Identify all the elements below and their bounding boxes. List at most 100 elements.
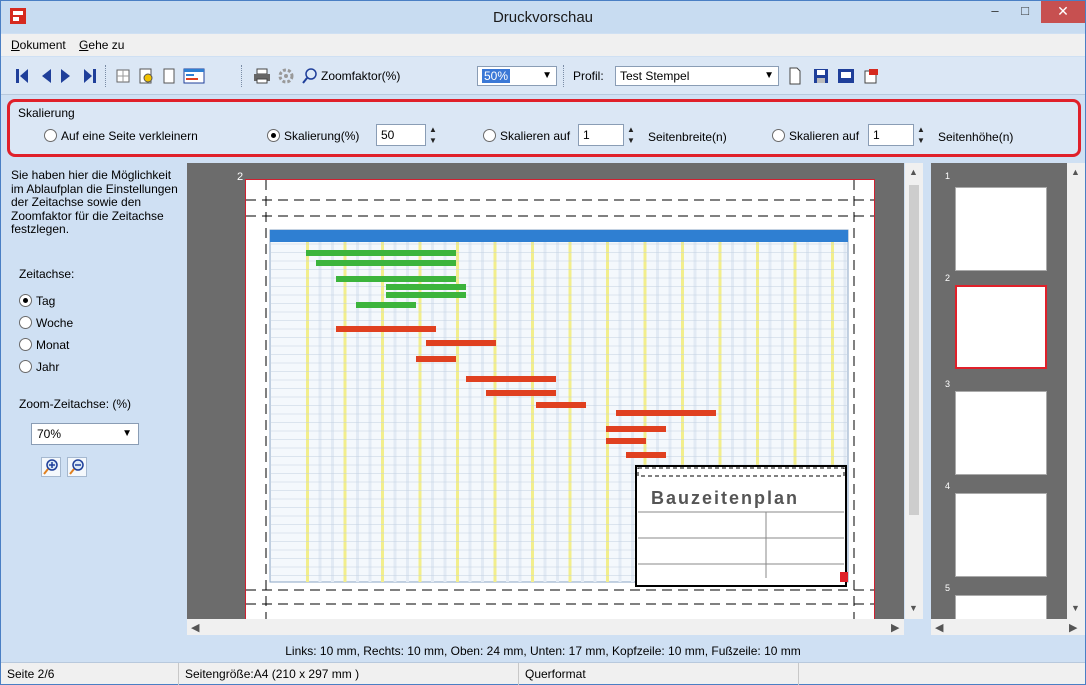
thumbnail-page-5[interactable]: [955, 595, 1047, 619]
gantt-column: [306, 242, 309, 582]
scale-height-spinner[interactable]: ▲ ▼: [914, 124, 928, 146]
radio-indicator: [772, 129, 785, 142]
delete-icon[interactable]: [863, 67, 879, 85]
close-button[interactable]: ✕: [1041, 1, 1085, 23]
thumbnail-horizontal-scrollbar[interactable]: ◀ ▶: [931, 619, 1085, 635]
zoom-timeaxis-select[interactable]: 70% ▼: [31, 423, 139, 445]
thumbnail-page-3[interactable]: [955, 391, 1047, 475]
toolbar-separator: [105, 65, 106, 87]
timeaxis-label: Zeitachse:: [19, 267, 75, 281]
menu-gehe-zu[interactable]: Gehe zu: [79, 34, 124, 56]
scale-width-unit: Seitenbreite(n): [648, 130, 727, 144]
gantt-column: [331, 242, 334, 582]
last-page-icon[interactable]: [81, 67, 97, 85]
gantt-bar: [386, 292, 466, 298]
scaling-percent-spinner[interactable]: ▲ ▼: [426, 124, 440, 146]
gantt-bar: [606, 426, 666, 432]
maximize-button[interactable]: □: [1011, 1, 1039, 23]
radio-indicator: [44, 129, 57, 142]
title-bar: Druckvorschau – □ ✕: [1, 1, 1085, 33]
scroll-up-icon[interactable]: ▲: [909, 167, 918, 177]
zoom-out-button[interactable]: [67, 457, 87, 477]
status-bar: Seite 2/6 Seitengröße:A4 (210 x 297 mm )…: [1, 662, 1085, 685]
thumbnail-page-4[interactable]: [955, 493, 1047, 577]
thumbnail-number: 5: [945, 583, 951, 593]
scaling-group: Skalierung Auf eine Seite verkleinern Sk…: [7, 99, 1081, 157]
radio-indicator: [483, 129, 496, 142]
thumbnail-number: 3: [945, 379, 951, 389]
gantt-bar: [626, 452, 666, 458]
gantt-column: [593, 242, 597, 582]
scroll-left-icon[interactable]: ◀: [191, 621, 199, 634]
gantt-bar: [466, 376, 556, 382]
gantt-column: [468, 242, 472, 582]
gantt-bar: [426, 340, 496, 346]
menu-bar: Dokument Gehe zu: [1, 34, 1085, 56]
status-page-size: Seitengröße:A4 (210 x 297 mm ): [179, 663, 519, 685]
gantt-column: [343, 242, 347, 582]
zoom-select[interactable]: 50% ▼: [477, 66, 557, 86]
new-document-icon[interactable]: [787, 67, 803, 85]
gantt-column: [543, 242, 547, 582]
menu-dokument[interactable]: Dokument: [11, 34, 66, 56]
page-setup-icon[interactable]: [137, 67, 155, 85]
search-icon[interactable]: [301, 67, 319, 85]
minimize-button[interactable]: –: [981, 1, 1009, 23]
radio-indicator: [19, 338, 32, 351]
preview-horizontal-scrollbar[interactable]: ◀ ▶: [187, 619, 904, 635]
scale-width-input[interactable]: 1: [578, 124, 624, 146]
gantt-column: [506, 242, 509, 582]
gantt-bar: [306, 250, 456, 256]
thumbnail-page-1[interactable]: [955, 187, 1047, 271]
profile-select[interactable]: Test Stempel ▼: [615, 66, 779, 86]
page-icon[interactable]: [161, 67, 177, 85]
settings-icon[interactable]: [277, 67, 295, 85]
gantt-bar: [316, 260, 456, 266]
first-page-icon[interactable]: [15, 67, 31, 85]
zoom-in-button[interactable]: [41, 457, 61, 477]
radio-indicator: [19, 360, 32, 373]
scroll-right-icon[interactable]: ▶: [891, 621, 899, 634]
preview-page: Bauzeitenplan: [245, 179, 875, 631]
gantt-column: [493, 242, 497, 582]
save-icon[interactable]: [813, 67, 829, 85]
scale-height-input[interactable]: 1: [868, 124, 914, 146]
gantt-column: [381, 242, 384, 582]
scroll-up-icon[interactable]: ▲: [1071, 167, 1080, 177]
thumbnail-panel[interactable]: 1 2 3 4 5: [931, 163, 1067, 619]
scrollbar-thumb[interactable]: [909, 185, 919, 515]
scroll-down-icon[interactable]: ▼: [909, 603, 918, 613]
zoom-label: Zoomfaktor(%): [321, 69, 401, 83]
thumbnail-number: 2: [945, 273, 951, 283]
gantt-column: [581, 242, 584, 582]
gantt-column: [606, 242, 609, 582]
status-page: Seite 2/6: [1, 663, 179, 685]
scroll-left-icon[interactable]: ◀: [935, 621, 943, 634]
print-icon[interactable]: [253, 67, 271, 85]
gantt-column: [518, 242, 522, 582]
gantt-column: [368, 242, 372, 582]
radio-indicator: [267, 129, 280, 142]
grid-view-icon[interactable]: [115, 67, 131, 85]
gantt-bar: [336, 276, 456, 282]
zoom-in-icon: [43, 459, 58, 475]
window-title: Druckvorschau: [492, 9, 594, 26]
scroll-down-icon[interactable]: ▼: [1071, 603, 1080, 613]
layout-icon[interactable]: [183, 67, 205, 85]
scroll-right-icon[interactable]: ▶: [1069, 621, 1077, 634]
radio-indicator: [19, 316, 32, 329]
save-as-icon[interactable]: [837, 67, 855, 85]
scaling-percent-input[interactable]: 50: [376, 124, 426, 146]
chevron-down-icon: ▼: [764, 70, 774, 81]
scale-width-spinner[interactable]: ▲ ▼: [624, 124, 638, 146]
gantt-bar: [336, 326, 436, 332]
thumbnail-page-2[interactable]: [955, 285, 1047, 369]
preview-page-number: 2: [237, 171, 244, 183]
gantt-column: [568, 242, 572, 582]
preview-vertical-scrollbar[interactable]: ▲ ▼: [905, 163, 923, 619]
thumbnail-vertical-scrollbar[interactable]: ▲ ▼: [1067, 163, 1085, 619]
radio-indicator: [19, 294, 32, 307]
thumbnail-number: 4: [945, 481, 951, 491]
previous-page-icon[interactable]: [39, 67, 53, 85]
next-page-icon[interactable]: [59, 67, 73, 85]
